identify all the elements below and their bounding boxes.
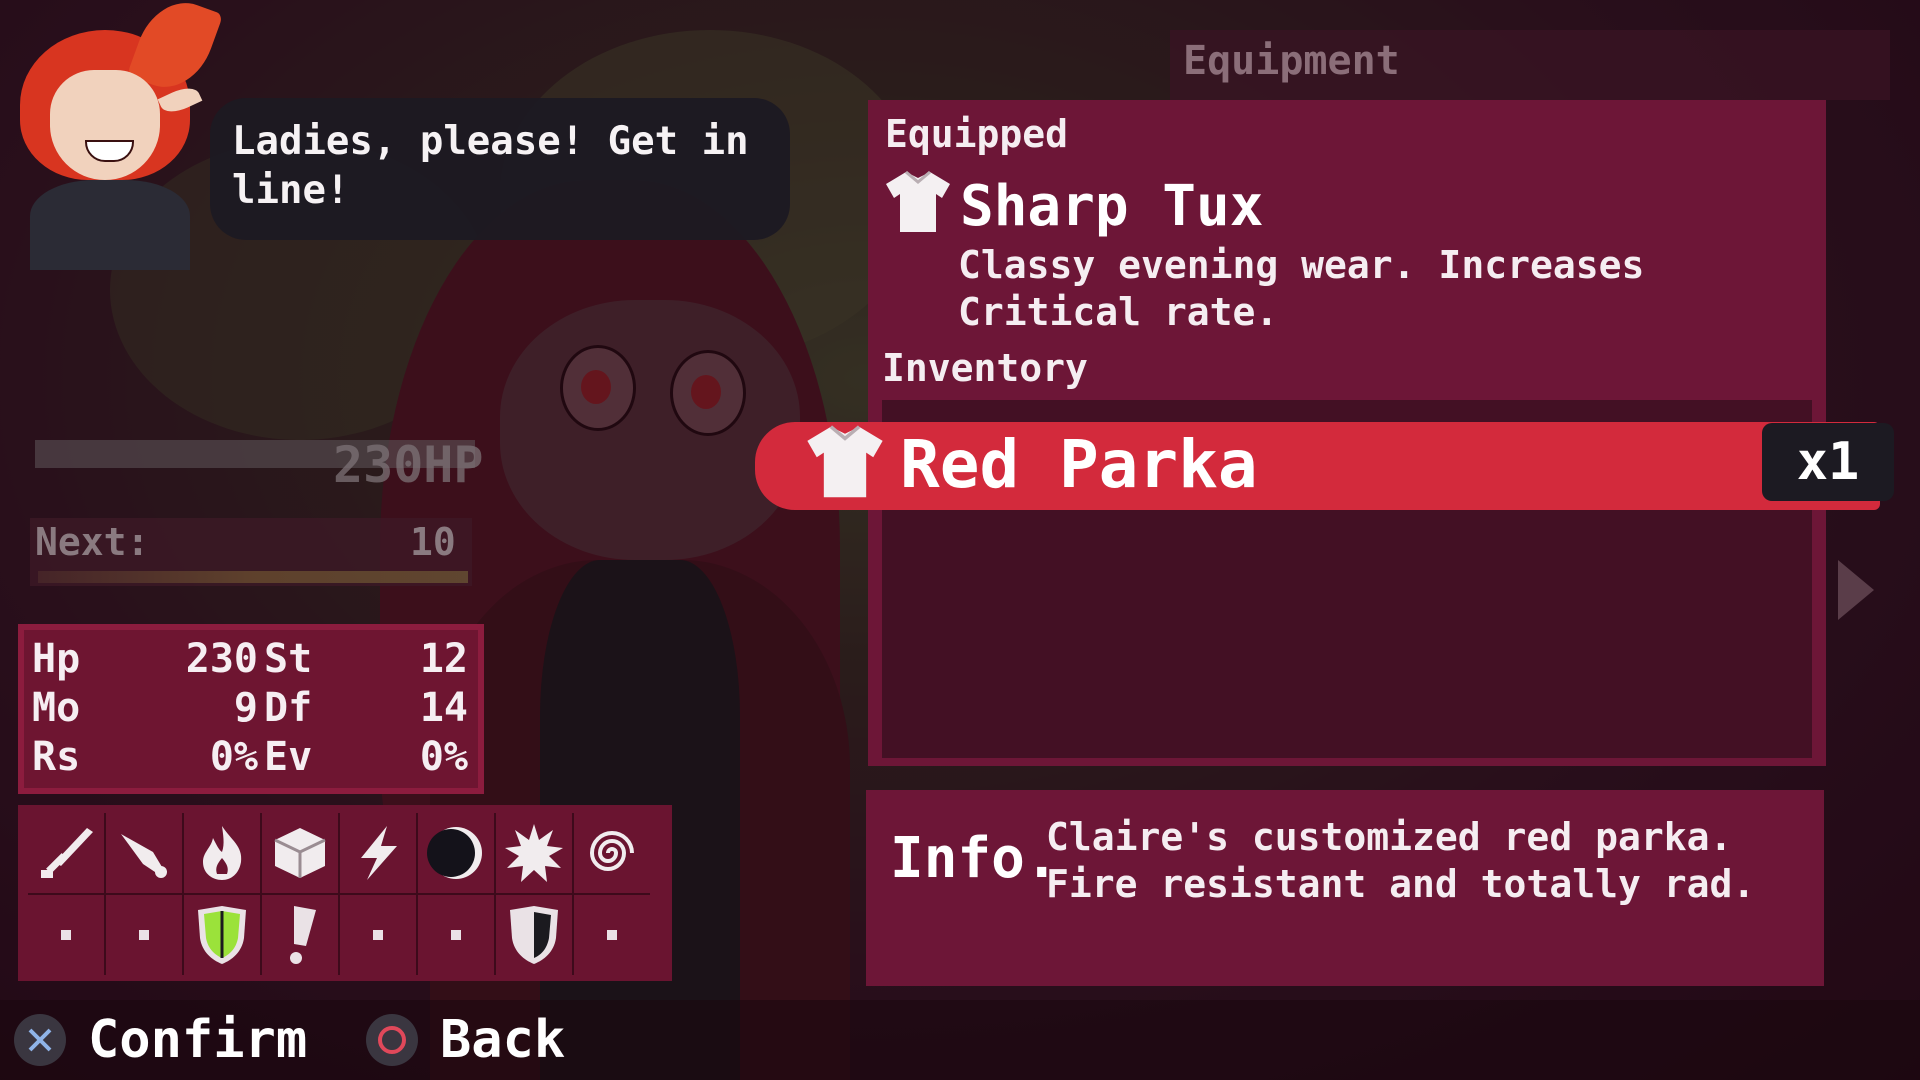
inventory-item-name[interactable]: Red Parka [900,426,1258,503]
spiral-icon [589,831,634,871]
neutral-dot [61,930,71,940]
resistance-cell [496,893,574,975]
info-label: Info. [890,826,1059,891]
stat-label-rs: Rs [32,734,81,780]
element-cell [184,813,262,893]
inventory-label: Inventory [882,346,1088,390]
elemental-resistance-panel [18,805,672,981]
portrait-body [30,180,190,270]
element-cell [106,813,184,893]
stat-value-df: 14 [419,685,468,731]
resistance-cell [28,893,106,975]
item-info-text: Claire's customized red parka. Fire resi… [1046,815,1756,906]
element-cell [496,813,574,893]
ice-cube-icon [274,828,326,878]
element-cell [28,813,106,893]
stat-label-df: Df [264,685,313,731]
speaker-portrait [10,0,230,270]
neutral-dot [451,930,461,940]
moon-icon [427,827,482,879]
stat-value-hp: 230 [185,636,258,682]
resist-shield-icon [198,906,246,964]
sword-icon [41,828,93,878]
stat-label-st: St [264,636,313,682]
stat-label-mo: Mo [32,685,81,731]
neutral-dot [373,930,383,940]
resistance-cell [418,893,496,975]
stat-value-st: 12 [419,636,468,682]
cross-button-icon [14,1014,66,1066]
resistance-cell [340,893,418,975]
half-resist-shield-icon [510,906,558,964]
resistance-cell [574,893,650,975]
stat-label-ev: Ev [264,734,313,780]
stat-value-rs: 0% [209,734,258,780]
element-cell [340,813,418,893]
portrait-face [50,70,160,180]
stats-panel: Hp 230 St 12 Mo 9 Df 14 Rs 0% Ev 0% [18,624,484,794]
equipped-item-description: Classy evening wear. Increases Critical … [958,243,1645,334]
stat-value-ev: 0% [419,734,468,780]
neutral-dot [139,930,149,940]
resistance-cell [106,893,184,975]
next-level-label: Next: [35,520,150,564]
element-cell [262,813,340,893]
equipment-title: Equipment [1183,38,1400,84]
dialogue-text: Ladies, please! Get in line! [232,119,749,213]
element-cell [574,813,650,893]
resistance-cell [262,893,340,975]
circle-button-icon [366,1014,418,1066]
confirm-label: Confirm [88,1010,308,1070]
lightning-icon [361,826,397,880]
next-page-arrow-icon[interactable] [1838,560,1874,620]
shirt-icon [886,170,950,232]
confirm-button[interactable]: Confirm [14,1010,307,1070]
back-label: Back [440,1010,566,1070]
dagger-icon [121,834,167,878]
element-cell [418,813,496,893]
resistance-cell [184,893,262,975]
hp-readout: 230HP [333,436,484,494]
item-quantity-badge: x1 [1762,423,1894,501]
stat-label-hp: Hp [32,636,81,682]
sun-burst-icon [505,824,563,882]
exp-bar [38,571,468,583]
stat-value-mo: 9 [233,685,258,731]
shirt-icon [807,425,883,498]
back-button[interactable]: Back [366,1010,565,1070]
equipped-item-name[interactable]: Sharp Tux [960,174,1263,239]
equipped-label: Equipped [885,112,1069,156]
neutral-dot [607,930,617,940]
weakness-exclamation-icon [290,906,316,964]
fire-icon [203,826,242,880]
next-level-value: 10 [410,520,456,564]
